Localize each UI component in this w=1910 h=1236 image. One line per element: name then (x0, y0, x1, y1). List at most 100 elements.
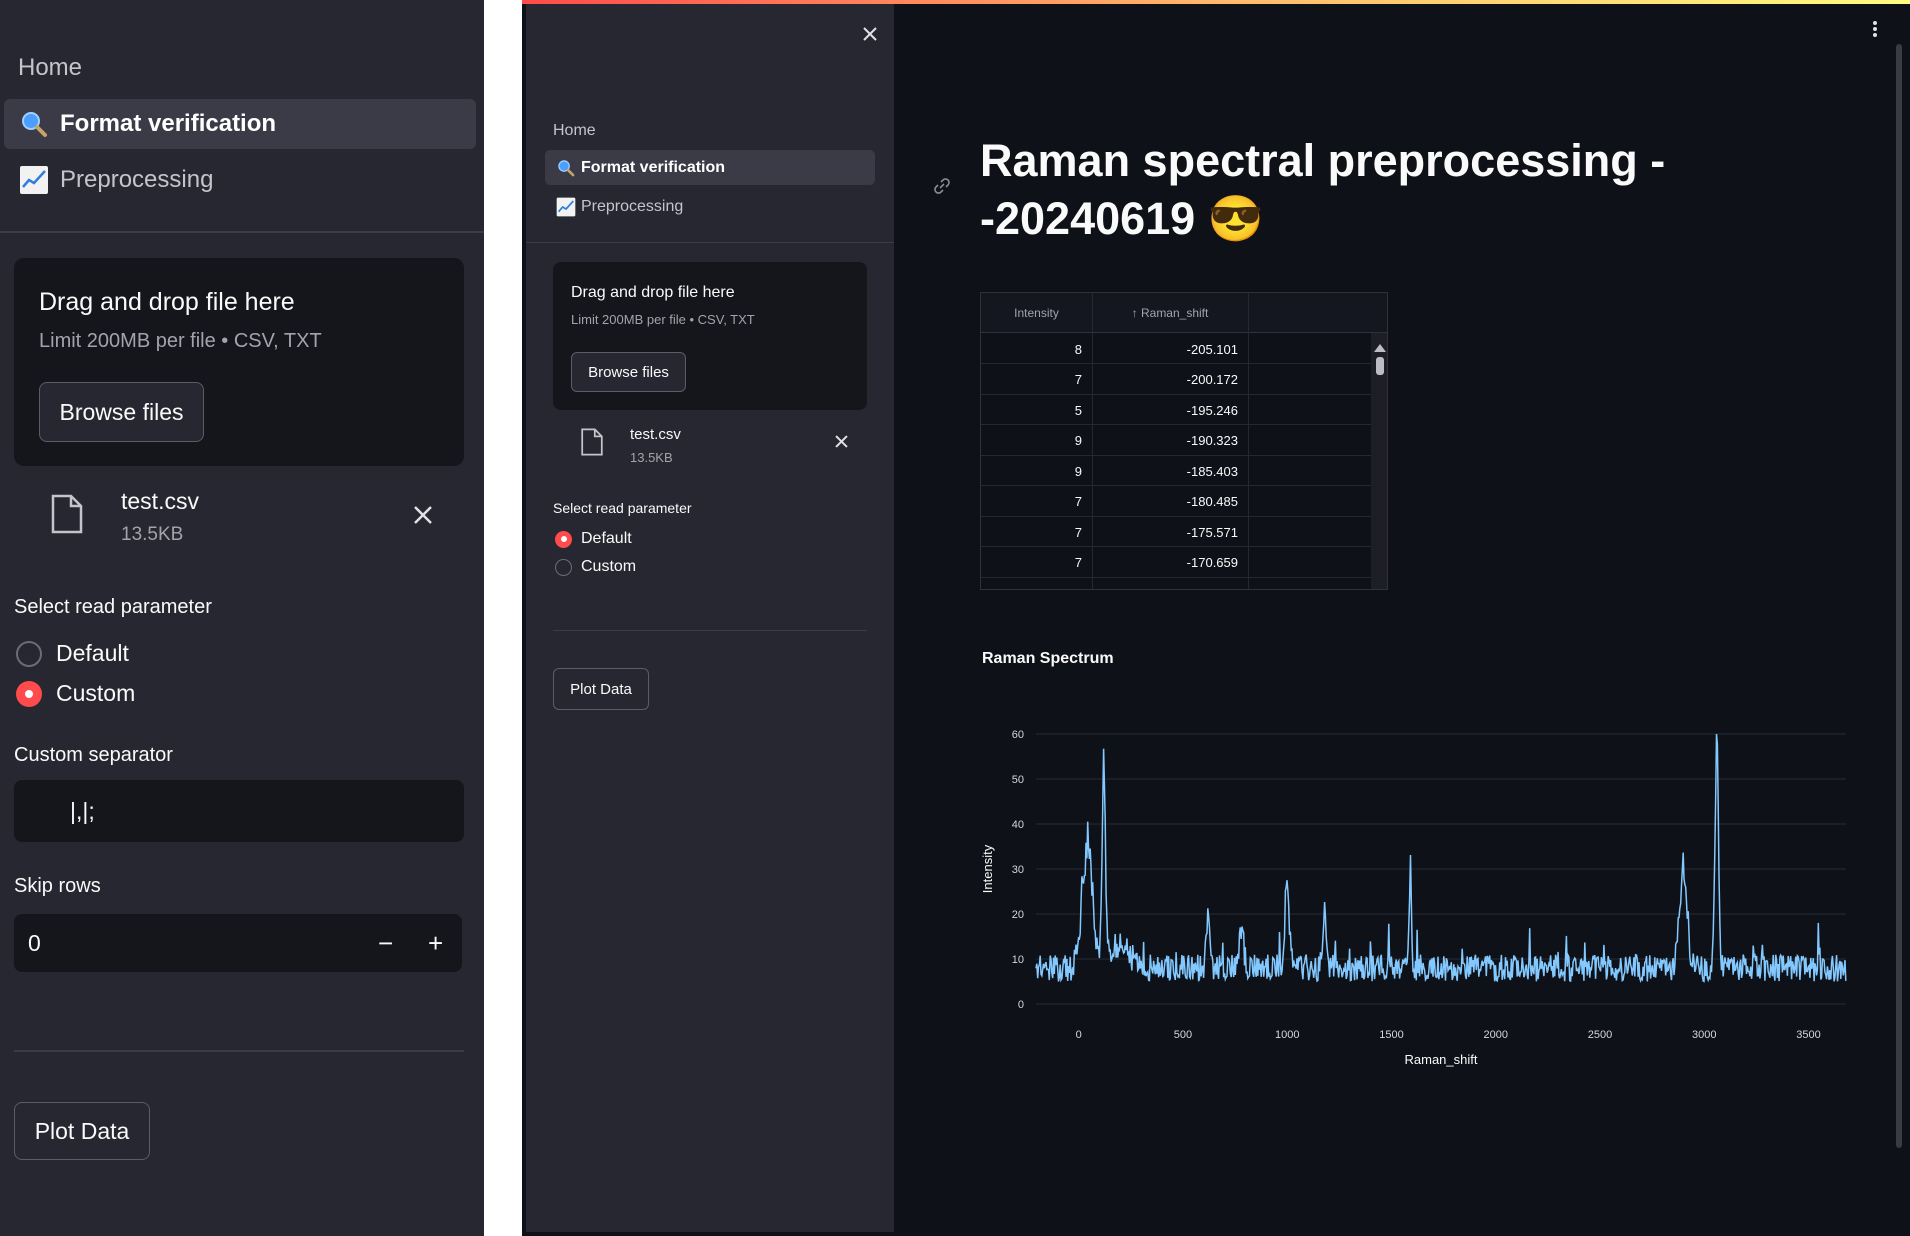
table-row[interactable]: 7 -180.485 (981, 487, 1371, 517)
kebab-menu-icon[interactable] (1872, 18, 1878, 44)
cell-raman-shift[interactable]: -185.403 (1092, 456, 1248, 486)
raman-spectrum-chart[interactable]: Raman Spectrum 0 10 20 30 40 50 60 0 500 1000 1500… (980, 650, 1890, 1080)
cell-raman-shift[interactable]: -195.246 (1092, 395, 1248, 425)
zoomed-sidebar: Home Format verification Preprocessing D… (0, 0, 484, 1236)
cell-intensity[interactable]: 5 (981, 395, 1092, 425)
increment-button[interactable]: + (428, 928, 443, 959)
magnifier-icon (18, 108, 50, 140)
chart-icon (18, 164, 50, 196)
file-dropzone[interactable]: Drag and drop file here Limit 200MB per … (14, 258, 464, 466)
cell-raman-shift[interactable]: -180.485 (1092, 487, 1248, 517)
cell-raman-shift[interactable]: -175.571 (1092, 517, 1248, 547)
x-axis-label: Raman_shift (1405, 1052, 1478, 1067)
radio-default[interactable]: Default (555, 530, 632, 548)
cell-raman-shift[interactable]: -165.75 (1092, 578, 1248, 590)
data-table[interactable]: Intensity ↑ Raman_shift 8 -205.101 7 -200.1… (980, 292, 1388, 590)
chart-svg[interactable]: 0 10 20 30 40 50 60 0 500 1000 1500 2000 2500 3000 350… (980, 650, 1890, 1080)
decrement-button[interactable]: − (378, 928, 393, 959)
sidebar-item-label: Preprocessing (60, 166, 214, 193)
browse-files-button[interactable]: Browse files (571, 352, 686, 392)
radio-custom[interactable]: Custom (555, 558, 636, 576)
anchor-link-icon[interactable] (922, 166, 962, 206)
table-row[interactable]: 7 -175.571 (981, 517, 1371, 547)
cell-intensity[interactable]: 8 (981, 334, 1092, 364)
sidebar-item-format-verification[interactable]: Format verification (4, 99, 476, 149)
app-window: Home Format verification Preprocessing D… (522, 0, 1910, 1236)
divider (14, 1050, 464, 1052)
radio-label: Custom (56, 680, 136, 706)
separator-input[interactable]: |,|; (14, 780, 464, 842)
column-divider (1092, 293, 1093, 589)
x-tick-label: 3500 (1796, 1029, 1820, 1041)
skip-rows-value[interactable]: 0 (28, 930, 41, 957)
table-row[interactable]: 5 -195.246 (981, 395, 1371, 425)
cell-intensity[interactable]: 9 (981, 456, 1092, 486)
x-tick-label: 2500 (1588, 1029, 1612, 1041)
cell-intensity[interactable]: 7 (981, 548, 1092, 578)
sidebar-item-label: Preprocessing (581, 197, 684, 215)
column-header-intensity[interactable]: Intensity (981, 293, 1092, 333)
scroll-up-icon[interactable] (1374, 339, 1386, 357)
radio-default[interactable]: Default (16, 640, 129, 667)
close-sidebar-icon[interactable] (862, 22, 878, 48)
uploaded-file-size: 13.5KB (121, 524, 184, 545)
plot-data-button[interactable]: Plot Data (14, 1102, 150, 1160)
dropzone-limit: Limit 200MB per file • CSV, TXT (571, 312, 755, 327)
sidebar-item-preprocessing[interactable]: Preprocessing (4, 155, 476, 205)
y-tick-label: 20 (1012, 909, 1024, 921)
radio-circle[interactable] (555, 558, 572, 576)
table-row[interactable]: 9 -190.323 (981, 426, 1371, 456)
table-row[interactable]: 7-165.75 (981, 578, 1371, 590)
table-row[interactable]: 9 -185.403 (981, 456, 1371, 486)
y-tick-label: 50 (1012, 774, 1024, 786)
x-tick-label: 1500 (1379, 1029, 1403, 1041)
uploaded-file-name: test.csv (630, 426, 681, 443)
x-tick-label: 500 (1174, 1029, 1192, 1041)
x-tick-label: 0 (1076, 1029, 1082, 1041)
sidebar-item-format-verification[interactable]: Format verification (545, 150, 875, 185)
plot-data-button[interactable]: Plot Data (553, 668, 649, 710)
sidebar-item-preprocessing[interactable]: Preprocessing (545, 189, 875, 224)
page-title-line2: -20240619 (980, 193, 1196, 244)
radio-circle[interactable] (16, 640, 42, 667)
table-header: Intensity ↑ Raman_shift (981, 293, 1387, 333)
table-row[interactable]: 7 -170.659 (981, 548, 1371, 578)
remove-file-icon[interactable] (834, 434, 849, 454)
cell-intensity[interactable]: 7 (981, 365, 1092, 395)
radio-label: Default (581, 530, 632, 547)
table-row[interactable]: 8 -205.101 (981, 334, 1371, 364)
y-tick-label: 60 (1012, 729, 1024, 741)
sidebar-item-home[interactable]: Home (553, 122, 596, 140)
y-tick-label: 10 (1012, 954, 1024, 966)
sidebar: Home Format verification Preprocessing D… (526, 4, 894, 1232)
chart-icon (555, 196, 577, 218)
file-dropzone[interactable]: Drag and drop file here Limit 200MB per … (553, 262, 867, 410)
cell-intensity[interactable]: 7 (981, 578, 1092, 590)
column-header-raman-shift[interactable]: ↑ Raman_shift (1092, 293, 1248, 333)
y-axis-label: Intensity (980, 844, 995, 893)
radio-custom[interactable]: Custom (16, 680, 135, 707)
dropzone-limit: Limit 200MB per file • CSV, TXT (39, 330, 322, 352)
cell-intensity[interactable]: 7 (981, 487, 1092, 517)
radio-circle-selected[interactable] (555, 530, 572, 548)
y-tick-label: 40 (1012, 819, 1024, 831)
x-tick-label: 2000 (1483, 1029, 1507, 1041)
radio-circle-selected[interactable] (16, 680, 42, 707)
cell-raman-shift[interactable]: -205.101 (1092, 334, 1248, 364)
y-tick-label: 0 (1018, 999, 1024, 1011)
cell-raman-shift[interactable]: -200.172 (1092, 365, 1248, 395)
remove-file-icon[interactable] (412, 504, 434, 531)
y-tick-label: 30 (1012, 864, 1024, 876)
cell-intensity[interactable]: 7 (981, 517, 1092, 547)
page-scrollbar[interactable] (1896, 44, 1902, 1148)
table-row[interactable]: 7 -200.172 (981, 365, 1371, 395)
cell-intensity[interactable]: 9 (981, 426, 1092, 456)
sidebar-item-home[interactable]: Home (4, 43, 476, 93)
table-scrollbar-thumb[interactable] (1376, 357, 1384, 375)
cell-raman-shift[interactable]: -170.659 (1092, 548, 1248, 578)
cell-raman-shift[interactable]: -190.323 (1092, 426, 1248, 456)
dropzone-title: Drag and drop file here (39, 288, 295, 316)
browse-files-button[interactable]: Browse files (39, 382, 204, 442)
skip-rows-stepper[interactable]: 0 − + (14, 914, 462, 972)
main-content: Raman spectral preprocessing - -20240619… (894, 4, 1910, 1232)
